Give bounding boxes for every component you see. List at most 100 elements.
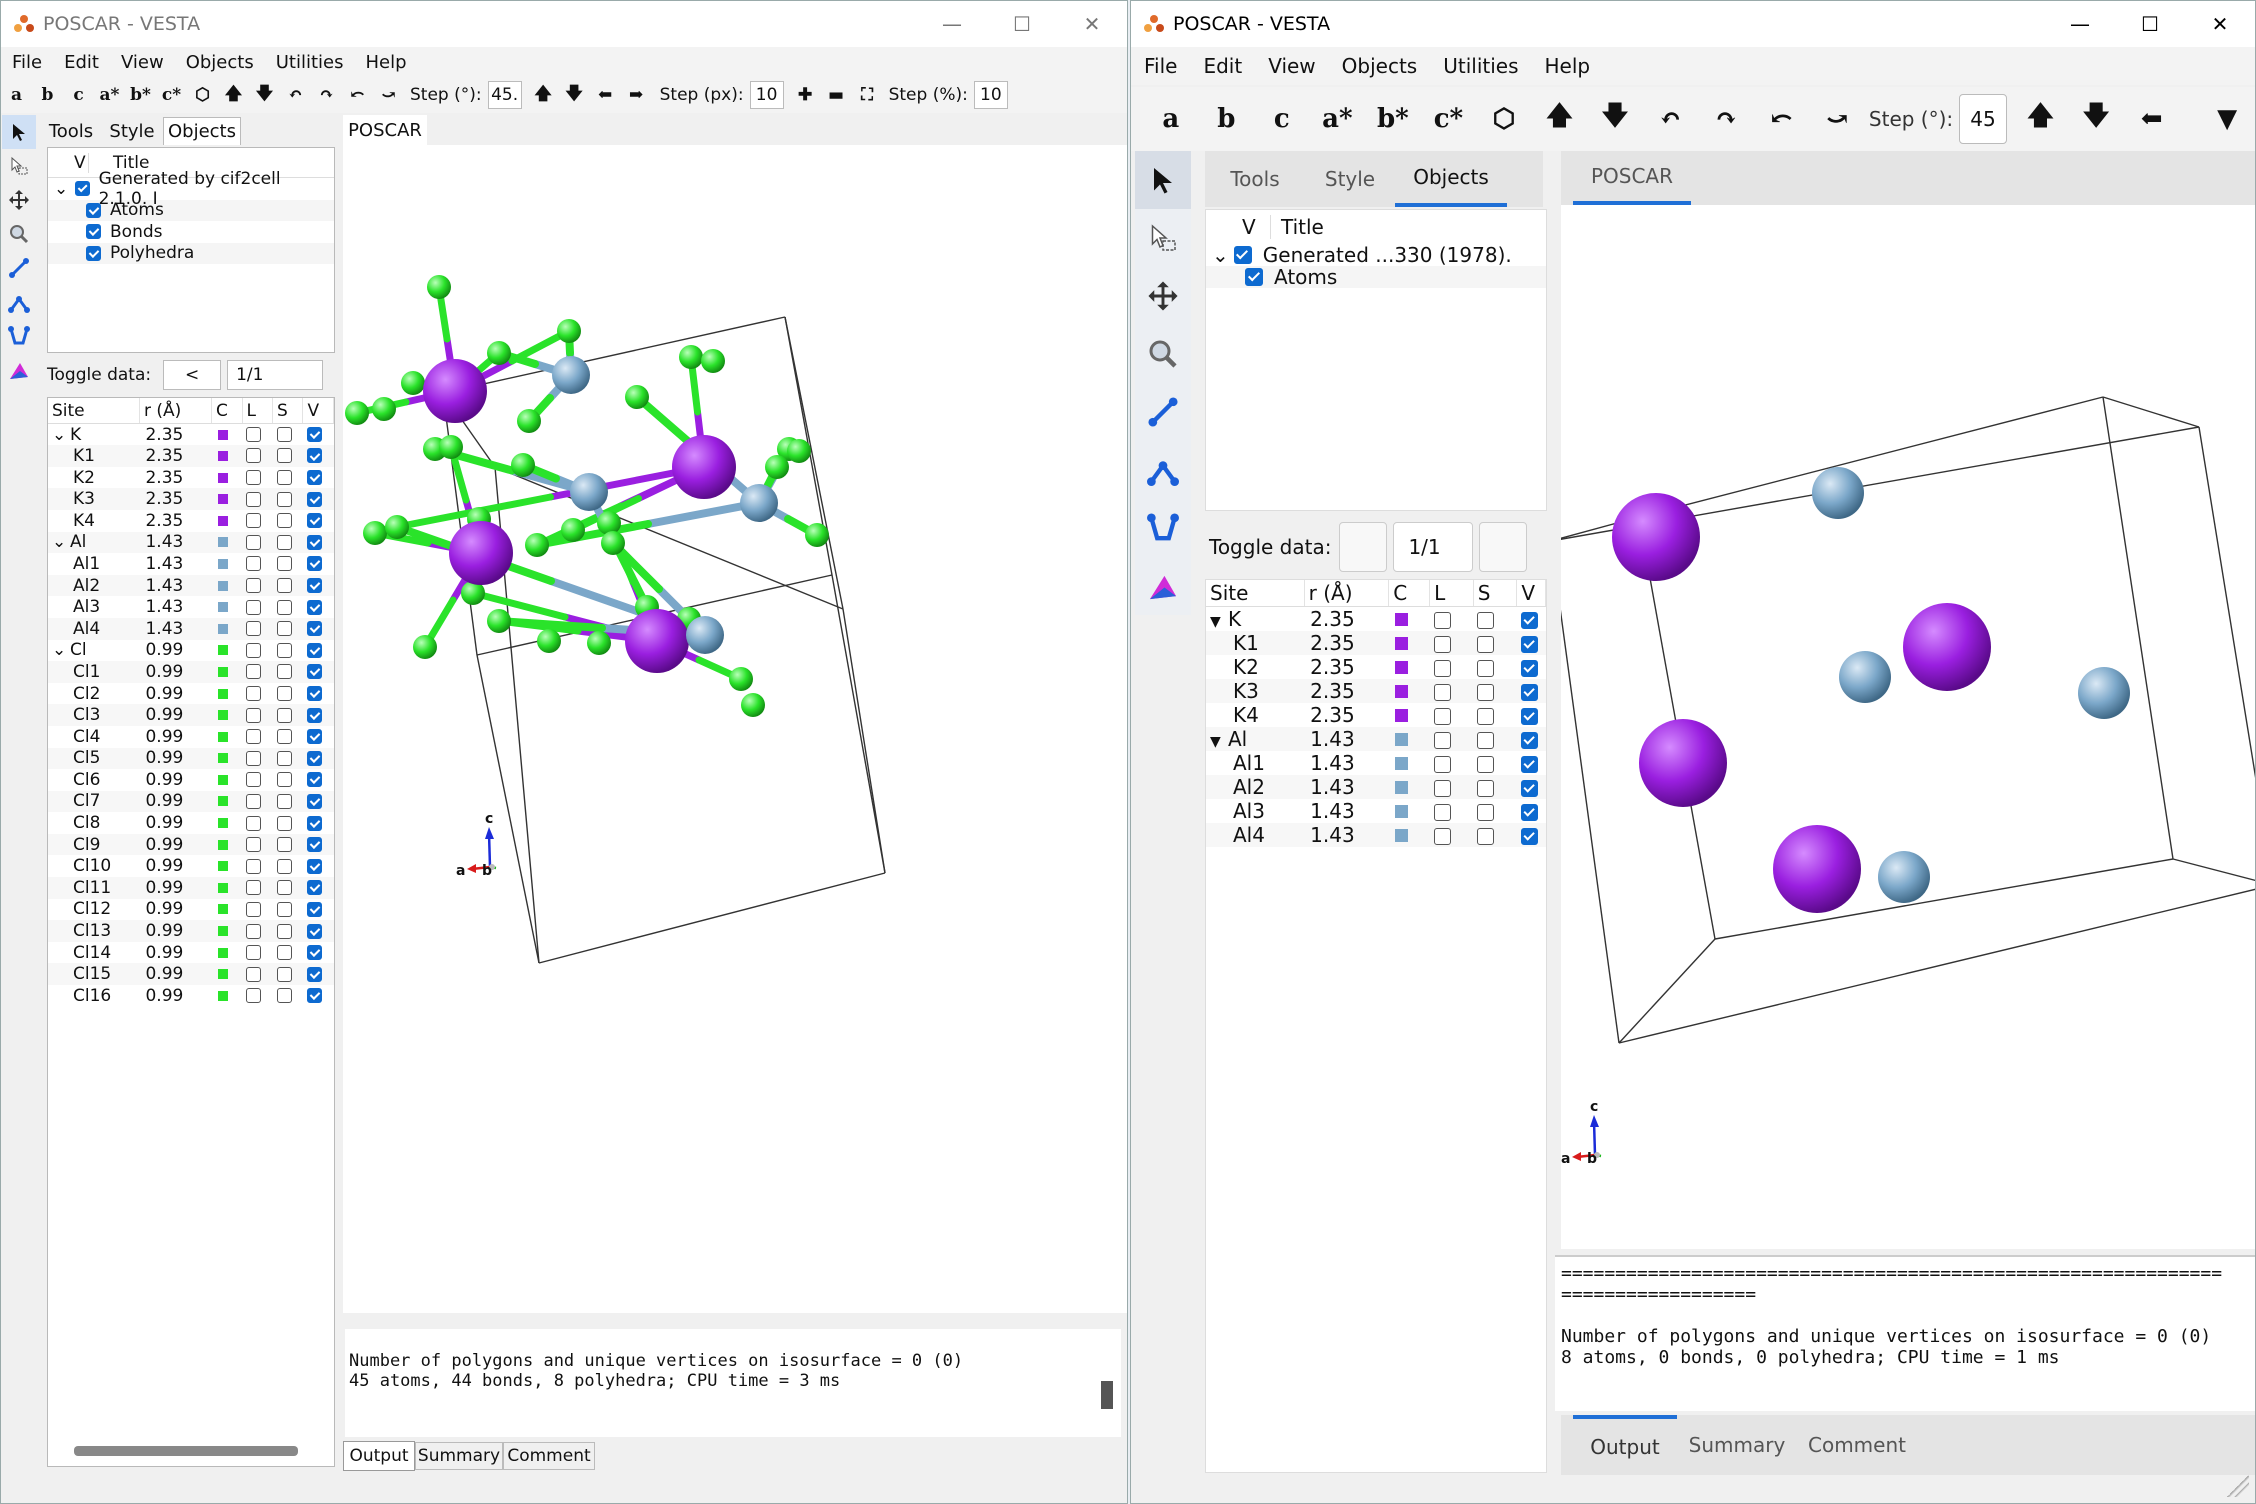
color-swatch[interactable]: [217, 602, 228, 613]
site-l-cell[interactable]: [242, 661, 272, 683]
visible-checkbox[interactable]: [306, 578, 322, 594]
visibility-checkbox[interactable]: [1245, 268, 1264, 286]
label-checkbox[interactable]: [246, 599, 262, 615]
site-color-swatch[interactable]: [212, 618, 242, 640]
column-header-s[interactable]: S: [272, 398, 304, 425]
aluminum-atom[interactable]: [686, 616, 724, 654]
expand-chevron-icon[interactable]: ⌄: [52, 532, 70, 552]
column-header-c[interactable]: C: [211, 398, 243, 425]
visibility-checkbox[interactable]: [86, 202, 101, 218]
site-row[interactable]: Al3 1.43: [48, 596, 334, 618]
visibility-checkbox[interactable]: [86, 224, 101, 240]
site-color-swatch[interactable]: [1389, 679, 1430, 703]
step-pct-input[interactable]: 10: [973, 81, 1008, 109]
translate-icon[interactable]: [1135, 267, 1191, 325]
angle-icon[interactable]: [2, 285, 36, 319]
visible-checkbox[interactable]: [306, 988, 322, 1004]
potassium-atom[interactable]: [1612, 493, 1700, 581]
site-color-swatch[interactable]: [212, 942, 242, 964]
select-checkbox[interactable]: [1477, 779, 1495, 797]
site-v-cell[interactable]: [303, 640, 334, 662]
color-swatch[interactable]: [1394, 756, 1408, 770]
site-color-swatch[interactable]: [212, 855, 242, 877]
column-header-c[interactable]: C: [1388, 580, 1431, 607]
site-s-cell[interactable]: [1473, 679, 1517, 703]
rotate-down-icon[interactable]: 🡇: [1587, 94, 1643, 144]
lattice-plane-icon[interactable]: [1135, 557, 1191, 615]
tab-summary[interactable]: Summary: [1677, 1415, 1797, 1475]
site-color-swatch[interactable]: [1389, 631, 1430, 655]
site-s-cell[interactable]: [1473, 703, 1517, 727]
label-checkbox[interactable]: [246, 664, 262, 680]
site-s-cell[interactable]: [273, 596, 303, 618]
aluminum-atom[interactable]: [570, 473, 608, 511]
color-swatch[interactable]: [217, 537, 228, 548]
visible-checkbox[interactable]: [306, 750, 322, 766]
chlorine-atom[interactable]: [427, 275, 451, 299]
minimize-button[interactable]: —: [2045, 1, 2115, 47]
color-swatch[interactable]: [217, 818, 228, 829]
site-color-swatch[interactable]: [212, 445, 242, 467]
site-v-cell[interactable]: [303, 812, 334, 834]
site-l-cell[interactable]: [1430, 703, 1474, 727]
column-header-s[interactable]: S: [1473, 580, 1518, 607]
chlorine-atom[interactable]: [587, 631, 611, 655]
site-s-cell[interactable]: [273, 704, 303, 726]
column-header-l[interactable]: L: [242, 398, 274, 425]
site-v-cell[interactable]: [303, 596, 334, 618]
chlorine-atom[interactable]: [765, 455, 789, 479]
site-s-cell[interactable]: [1473, 751, 1517, 775]
site-row[interactable]: Cl7 0.99: [48, 790, 334, 813]
toolbar-overflow-chevron-icon[interactable]: ▼: [2199, 94, 2255, 144]
site-v-cell[interactable]: [303, 791, 334, 813]
chlorine-atom[interactable]: [741, 693, 765, 717]
site-v-cell[interactable]: [303, 920, 334, 942]
toggle-data-value[interactable]: 1/1: [1393, 522, 1474, 572]
site-v-cell[interactable]: [303, 748, 334, 770]
tab-output[interactable]: Output: [343, 1441, 415, 1471]
zoom-out-icon[interactable]: ▬: [821, 80, 852, 110]
chlorine-atom[interactable]: [517, 409, 541, 433]
site-v-cell[interactable]: [303, 985, 334, 1007]
menu-file[interactable]: File: [1131, 54, 1190, 78]
tree-row[interactable]: ⌄ Generated ...330 (1978).: [1206, 243, 1546, 267]
toggle-prev-button[interactable]: [1339, 522, 1388, 572]
label-checkbox[interactable]: [1433, 827, 1451, 845]
site-s-cell[interactable]: [1473, 727, 1517, 751]
visible-checkbox[interactable]: [1520, 827, 1538, 845]
chlorine-atom[interactable]: [385, 515, 409, 539]
site-row[interactable]: Cl2 0.99: [48, 683, 334, 705]
site-color-swatch[interactable]: [1389, 727, 1430, 751]
site-v-cell[interactable]: [303, 963, 334, 985]
label-checkbox[interactable]: [1433, 779, 1451, 797]
site-row[interactable]: K1 2.35: [1206, 630, 1546, 655]
color-swatch[interactable]: [217, 796, 228, 807]
site-l-cell[interactable]: [242, 683, 272, 705]
angle-icon[interactable]: [1135, 441, 1191, 499]
site-v-cell[interactable]: [303, 877, 334, 899]
site-color-swatch[interactable]: [212, 812, 242, 834]
chlorine-atom[interactable]: [597, 511, 621, 535]
site-row[interactable]: Cl4 0.99: [48, 726, 334, 748]
view-a-button[interactable]: a: [1, 80, 32, 110]
select-checkbox[interactable]: [1477, 611, 1495, 629]
expand-chevron-icon[interactable]: ⌄: [54, 180, 71, 197]
column-header-site[interactable]: Site: [48, 398, 140, 425]
site-l-cell[interactable]: [1430, 799, 1474, 823]
chlorine-atom[interactable]: [439, 435, 463, 459]
site-v-cell[interactable]: [1517, 799, 1546, 823]
site-row[interactable]: Cl1 0.99: [48, 661, 334, 683]
view-c-button[interactable]: c: [1254, 94, 1310, 144]
site-row[interactable]: Cl14 0.99: [48, 942, 334, 964]
dihedral-icon[interactable]: [2, 319, 36, 353]
site-v-cell[interactable]: [303, 661, 334, 683]
site-s-cell[interactable]: [273, 942, 303, 964]
select-checkbox[interactable]: [276, 470, 292, 486]
label-checkbox[interactable]: [246, 513, 262, 529]
site-v-cell[interactable]: [1517, 655, 1546, 679]
site-color-swatch[interactable]: [212, 899, 242, 921]
aluminum-atom[interactable]: [1878, 851, 1930, 903]
maximize-button[interactable]: ☐: [987, 1, 1057, 47]
site-group-row[interactable]: ⌄ Cl 0.99: [48, 640, 334, 662]
select-checkbox[interactable]: [276, 966, 292, 982]
